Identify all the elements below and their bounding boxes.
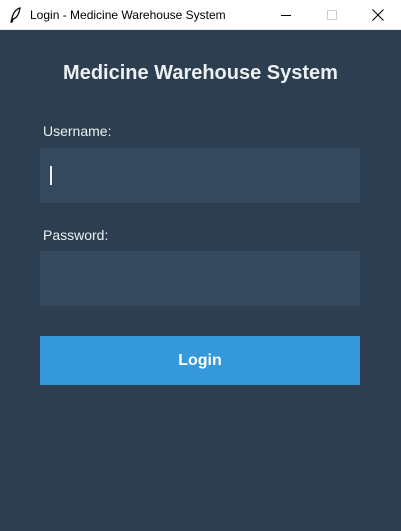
title-bar: Login - Medicine Warehouse System [0, 0, 401, 30]
password-input[interactable] [40, 251, 360, 306]
login-button[interactable]: Login [40, 336, 360, 385]
username-input[interactable] [40, 148, 360, 203]
maximize-button[interactable] [309, 0, 355, 30]
close-icon [372, 9, 384, 21]
text-cursor [50, 166, 52, 185]
page-title: Medicine Warehouse System [63, 62, 338, 84]
password-label: Password: [43, 227, 109, 243]
close-button[interactable] [355, 0, 401, 30]
window-title: Login - Medicine Warehouse System [30, 8, 226, 22]
feather-icon [10, 7, 21, 23]
maximize-icon [326, 9, 337, 20]
login-panel: Medicine Warehouse System Username: Pass… [0, 30, 401, 531]
username-label: Username: [43, 123, 112, 139]
minimize-button[interactable] [263, 0, 309, 30]
minimize-icon [280, 14, 291, 16]
